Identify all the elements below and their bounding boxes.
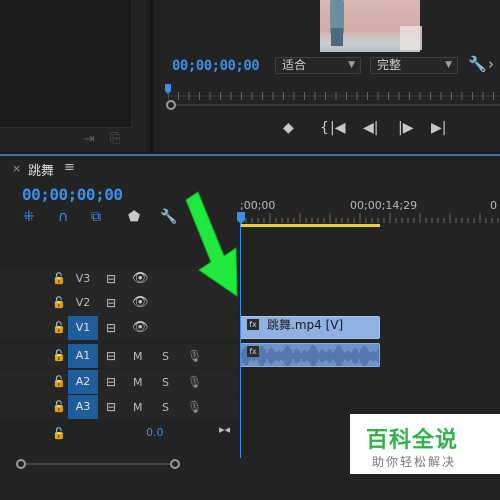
zoom-fit-dropdown[interactable]: 适合 ▼ — [275, 57, 361, 74]
snap-magnet-icon[interactable]: ∩ — [58, 209, 68, 225]
watermark-subtitle: 助你轻松解决 — [372, 455, 457, 469]
step-forward-icon[interactable]: |▶ — [398, 120, 413, 136]
go-to-out-icon[interactable]: ▶| — [431, 120, 446, 136]
add-marker-icon[interactable]: ⬟ — [128, 209, 140, 225]
lock-icon[interactable]: 🔓 — [52, 400, 66, 413]
export-frame-icon[interactable]: ⎘ — [110, 131, 120, 146]
video-preview-subject-legs — [331, 28, 343, 46]
work-area-bar[interactable] — [240, 224, 380, 227]
playback-resolution-value: 完整 — [377, 58, 402, 72]
sync-lock-icon[interactable]: ⊟ — [106, 272, 116, 286]
track-row-v2: 🔓 V2 ⊟ 👁 — [0, 291, 500, 315]
chevron-down-icon: ▼ — [445, 60, 452, 70]
playback-resolution-dropdown[interactable]: 完整 ▼ — [370, 57, 458, 74]
zoom-fit-value: 适合 — [282, 58, 307, 72]
eye-icon[interactable]: 👁 — [132, 271, 149, 286]
sequence-tab-title[interactable]: 跳舞 — [28, 160, 54, 179]
lock-icon[interactable]: 🔓 — [52, 272, 66, 285]
track-header — [0, 344, 238, 368]
nest-icon[interactable]: ⁜ — [23, 209, 35, 225]
microphone-icon[interactable]: 🎙 — [187, 400, 202, 414]
step-back-icon[interactable]: ◀| — [363, 120, 378, 136]
timeline-zoom-track[interactable] — [26, 463, 170, 465]
track-label-v1[interactable]: V1 — [68, 316, 98, 340]
linked-selection-icon[interactable]: ⧉ — [91, 209, 101, 225]
wrench-icon[interactable]: 🔧 — [468, 55, 487, 73]
chevron-down-icon: ▼ — [348, 60, 355, 70]
ruler-time-start: ;00;00 — [240, 199, 276, 212]
ruler-time-mid: 00;00;14;29 — [350, 199, 418, 212]
go-to-in-icon[interactable]: |◀ — [330, 120, 345, 136]
track-header — [0, 370, 238, 394]
timeline-ruler[interactable] — [240, 213, 500, 223]
add-marker-icon[interactable]: ◆ — [283, 120, 294, 136]
wrench-icon[interactable]: 🔧 — [160, 209, 177, 225]
solo-button[interactable]: S — [162, 350, 169, 363]
track-header — [0, 291, 238, 315]
lock-icon[interactable]: 🔓 — [52, 349, 66, 362]
microphone-icon[interactable]: 🎙 — [187, 375, 202, 389]
eye-icon[interactable]: 👁 — [132, 320, 149, 335]
lock-icon[interactable]: 🔓 — [52, 427, 66, 440]
close-icon[interactable]: × — [12, 162, 21, 175]
watermark-title: 百科全说 — [366, 428, 459, 453]
program-timecode[interactable]: 00;00;00;00 — [172, 58, 260, 74]
solo-button[interactable]: S — [162, 376, 169, 389]
panel-menu-icon[interactable]: ≡ — [64, 160, 75, 175]
eye-icon[interactable]: 👁 — [132, 295, 149, 310]
mute-button[interactable]: M — [133, 376, 143, 389]
more-icon[interactable]: › — [488, 55, 494, 73]
go-to-end-icon[interactable]: ▸◂ — [219, 423, 230, 436]
fx-badge: fx — [247, 346, 259, 357]
track-label-a3[interactable]: A3 — [68, 395, 98, 419]
panel-divider[interactable] — [150, 0, 153, 152]
sync-lock-icon[interactable]: ⊟ — [106, 400, 116, 414]
track-header — [0, 267, 238, 291]
lock-icon[interactable]: 🔓 — [52, 321, 66, 334]
program-zoom-handle[interactable] — [166, 100, 176, 110]
mute-button[interactable]: M — [133, 350, 143, 363]
audio-clip[interactable] — [240, 343, 380, 367]
sync-lock-icon[interactable]: ⊟ — [106, 321, 116, 335]
solo-button[interactable]: S — [162, 401, 169, 414]
timeline-zoom-handle-left[interactable] — [16, 459, 26, 469]
timeline-zoom-handle-right[interactable] — [170, 459, 180, 469]
track-header — [0, 395, 238, 419]
track-row-v3: 🔓 V3 ⊟ 👁 — [0, 267, 500, 291]
fx-badge: fx — [247, 319, 259, 330]
track-label-a2[interactable]: A2 — [68, 370, 98, 394]
track-header — [0, 316, 238, 340]
video-preview-edge — [400, 26, 422, 50]
track-label-a1[interactable]: A1 — [68, 344, 98, 368]
source-panel-viewer — [0, 0, 132, 128]
program-zoom-track[interactable] — [176, 104, 500, 106]
ruler-time-end: 0 — [490, 199, 497, 212]
lock-icon[interactable]: 🔓 — [52, 375, 66, 388]
sync-lock-icon[interactable]: ⊟ — [106, 296, 116, 310]
track-row-a2: 🔓 A2 ⊟ M S 🎙 — [0, 370, 500, 394]
timeline-timecode[interactable]: 00;00;00;00 — [22, 185, 123, 204]
sync-lock-icon[interactable]: ⊟ — [106, 375, 116, 389]
program-ruler[interactable] — [168, 86, 500, 106]
playhead-line — [240, 222, 241, 458]
audio-waveform — [241, 345, 379, 366]
track-label-v3[interactable]: V3 — [68, 267, 98, 291]
mark-in-icon[interactable]: { — [320, 120, 329, 136]
track-label-v2[interactable]: V2 — [68, 291, 98, 315]
insert-icon[interactable]: ⇥ — [84, 132, 95, 147]
microphone-icon[interactable]: 🎙 — [187, 349, 202, 363]
video-clip-label: 跳舞.mp4 [V] — [267, 318, 344, 332]
lock-icon[interactable]: 🔓 — [52, 296, 66, 309]
master-volume-value[interactable]: 0.0 — [146, 426, 164, 439]
mute-button[interactable]: M — [133, 401, 143, 414]
sync-lock-icon[interactable]: ⊟ — [106, 349, 116, 363]
